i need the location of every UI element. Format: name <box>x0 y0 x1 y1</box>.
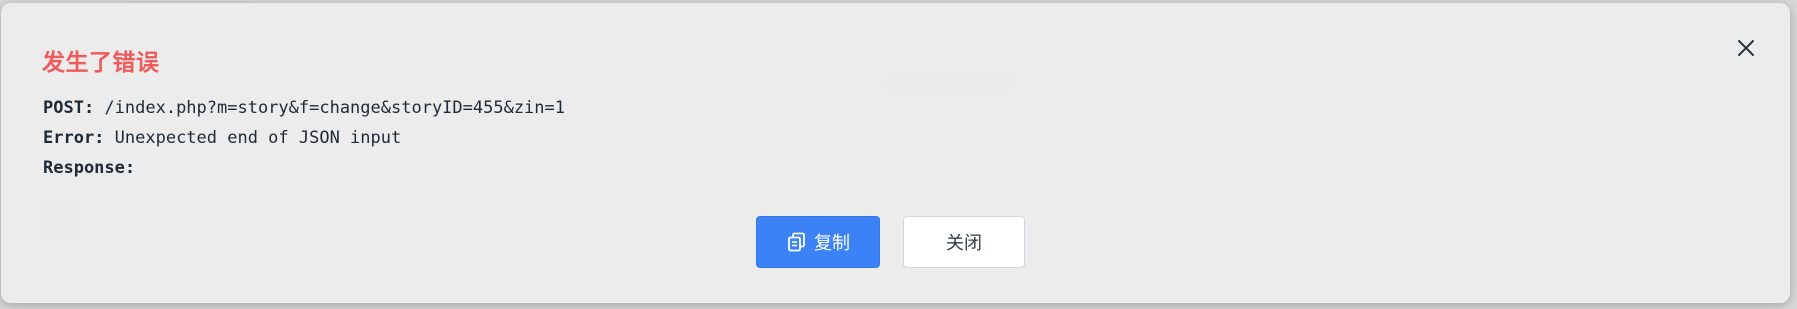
detail-post: POST: /index.php?m=story&f=change&storyI… <box>43 98 565 118</box>
copy-icon <box>786 231 808 253</box>
close-icon <box>1738 40 1754 56</box>
error-dialog: 发生了错误 POST: /index.php?m=story&f=change&… <box>1 3 1790 303</box>
detail-response: Response: <box>43 158 136 178</box>
dialog-title: 发生了错误 <box>42 50 160 76</box>
close-button[interactable]: 关闭 <box>903 216 1025 268</box>
copy-button-label: 复制 <box>814 233 850 254</box>
detail-error: Error: Unexpected end of JSON input <box>43 128 402 148</box>
close-button-label: 关闭 <box>946 233 982 254</box>
close-dialog-button[interactable] <box>1729 31 1763 65</box>
error-details: POST: /index.php?m=story&f=change&storyI… <box>43 93 565 183</box>
copy-button[interactable]: 复制 <box>756 216 880 268</box>
